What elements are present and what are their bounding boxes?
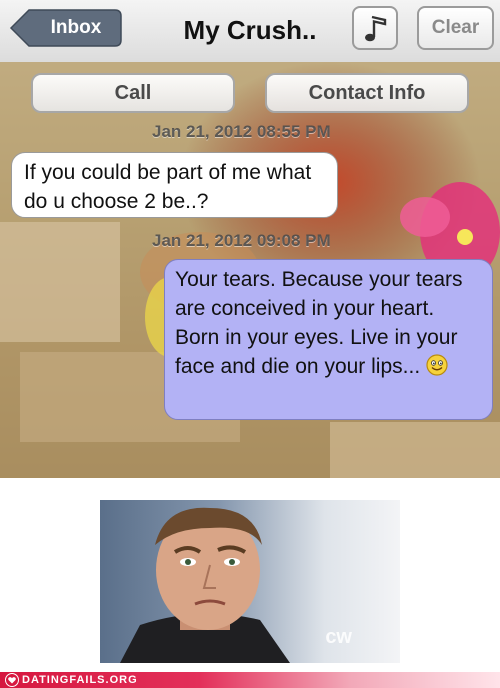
cw-watermark: cw [325,626,352,648]
conversation-area[interactable]: Call Contact Info Jan 21, 2012 08:55 PM … [0,62,500,478]
smiley-emoji-icon [426,354,448,376]
call-button[interactable]: Call [31,73,235,113]
contact-info-button[interactable]: Contact Info [265,73,469,113]
incoming-message-text: If you could be part of me what do u cho… [24,161,312,213]
message-timestamp: Jan 21, 2012 09:08 PM [152,231,331,250]
conversation-title: My Crush.. [183,15,317,45]
outgoing-message-bubble: Your tears. Because your tears are conce… [164,259,493,420]
inbox-back-button[interactable]: Inbox [9,8,123,48]
footer-brand-text[interactable]: DATINGFAILS.ORG [22,672,138,688]
message-timestamp: Jan 21, 2012 08:55 PM [152,122,331,141]
inbox-back-label: Inbox [50,17,102,38]
music-button[interactable] [352,6,398,50]
footer-banner: DATINGFAILS.ORG [0,672,500,688]
music-note-icon [365,15,387,42]
reaction-photo: cw [100,500,400,663]
heart-logo-icon [5,673,19,687]
outgoing-message-text: Your tears. Because your tears are conce… [175,268,463,378]
clear-button[interactable]: Clear [417,6,494,50]
navigation-bar: Inbox My Crush.. Clear [0,0,500,63]
incoming-message-bubble: If you could be part of me what do u cho… [11,152,338,218]
person-illustration [120,507,290,663]
